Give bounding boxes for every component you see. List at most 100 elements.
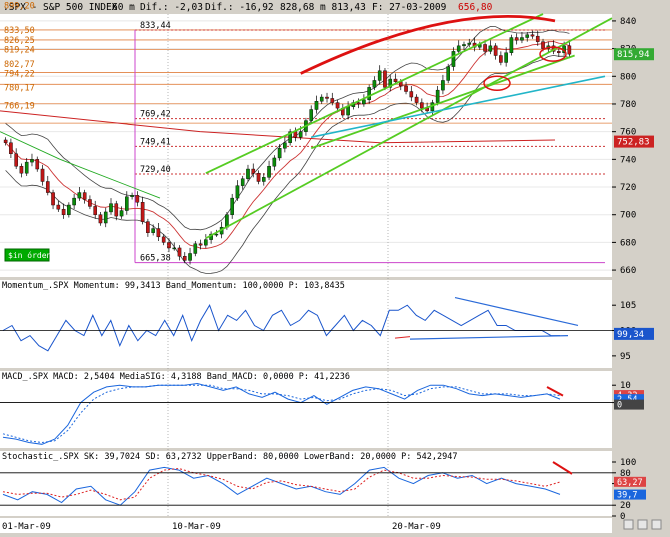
chart-canvas: .SPX - S&P 500 INDEX 60 m Dif.: -2,03 Di… [0, 0, 670, 533]
candle-body [420, 102, 424, 109]
price-level-label: 802,77 [4, 60, 35, 70]
candle-body [182, 256, 187, 261]
candle-body [541, 41, 545, 49]
price-level-label: 826,25 [4, 36, 35, 46]
candle-body [283, 142, 287, 149]
candle-body [509, 37, 514, 53]
price-y-tick-800: 800 [620, 72, 636, 82]
candle-body [520, 37, 524, 41]
candle-body [362, 99, 366, 105]
zoom-icon[interactable] [623, 519, 634, 530]
price-y-tick-780: 780 [620, 100, 636, 110]
candle-body [409, 91, 414, 98]
last-price-label: 815,94 [617, 50, 650, 60]
stoch-sk-label: 39,7 [617, 491, 637, 501]
candle-body [383, 70, 387, 88]
price-y-tick-700: 700 [620, 211, 636, 221]
fib-annotation: 749,41 [140, 137, 171, 147]
candle-body [161, 236, 166, 243]
candle-body [314, 101, 319, 110]
candle-body [483, 44, 487, 52]
price-level-label: 780,17 [4, 83, 35, 93]
candle-body [214, 233, 219, 236]
stochastic-label: Stochastic_.SPX SK: 39,7024 SD: 63,2732 … [2, 452, 457, 462]
price-level-label: 766,19 [4, 101, 35, 111]
candle-body [335, 102, 340, 109]
candle-body [451, 51, 456, 67]
candle-body [488, 45, 493, 52]
candle-body [346, 106, 350, 116]
panel-y-tick: 105 [620, 301, 636, 311]
stoch-sd-label: 63,27 [617, 478, 643, 488]
candle-body [135, 195, 140, 203]
candle-body [30, 159, 34, 163]
sin-ordenes-button[interactable]: $in órdenes [4, 248, 61, 262]
candle-body [82, 192, 87, 200]
price-level-label: 819,24 [4, 46, 35, 56]
candle-body [146, 221, 150, 233]
candle-body [130, 195, 134, 197]
candle-body [330, 98, 335, 103]
settings-icon[interactable] [651, 519, 662, 530]
candle-body [567, 45, 572, 55]
x-label-2: 10-Mar-09 [172, 522, 221, 532]
momentum-panel [0, 280, 612, 368]
candle-body [272, 157, 277, 167]
header-dif-pct: Dif.: -16,92 [205, 2, 274, 13]
candle-body [56, 204, 61, 210]
candle-body [414, 96, 419, 103]
candle-body [61, 208, 66, 215]
candle-body [9, 142, 13, 155]
candle-body [193, 243, 198, 254]
candle-body [441, 80, 445, 91]
candle-body [530, 34, 535, 37]
candle-body [256, 172, 261, 182]
macd-label: MACD_.SPX MACD: 2,5404 MediaSIG: 4,3188 … [2, 372, 350, 382]
candle-body [151, 228, 155, 233]
candle-body [24, 161, 29, 174]
candle-body [93, 206, 97, 215]
price-level-label: 899,20 [4, 1, 35, 11]
candle-body [246, 168, 250, 179]
candle-body [235, 185, 240, 199]
candle-body [499, 55, 503, 63]
header-dif: Dif.: -2,03 [140, 2, 203, 13]
candle-body [77, 192, 82, 199]
candle-body [198, 243, 203, 246]
panel-y-tick: 95 [620, 352, 631, 362]
fib-annotation: 729,40 [140, 165, 171, 175]
candle-body [435, 89, 440, 103]
candle-body [35, 159, 40, 170]
candle-body [125, 196, 129, 211]
candle-body [45, 181, 50, 193]
candle-body [493, 45, 498, 56]
candle-body [504, 52, 508, 63]
candle-body [109, 203, 113, 213]
candle-body [467, 42, 472, 45]
candle-body [172, 247, 177, 250]
candle-body [119, 210, 124, 217]
candle-body [261, 177, 266, 182]
candle-body [372, 80, 377, 88]
candle-body [514, 37, 519, 41]
candle-body [393, 78, 398, 83]
candle-body [298, 131, 303, 138]
momentum-label: Momentum_.SPX Momentum: 99,3413 Band_Mom… [2, 281, 345, 291]
candle-body [188, 253, 192, 261]
header-interval: 60 m [112, 2, 135, 13]
price-y-tick-660: 660 [620, 266, 636, 276]
price-y-tick-840: 840 [620, 17, 636, 27]
price-level-label: 794,22 [4, 70, 35, 80]
candle-body [103, 211, 108, 224]
candle-body [325, 96, 329, 99]
x-label-1: 01-Mar-09 [2, 522, 51, 532]
candle-body [230, 197, 234, 215]
x-axis-strip [0, 518, 612, 533]
pan-icon[interactable] [637, 519, 648, 530]
candle-body [462, 44, 466, 47]
fib-annotation: 769,42 [140, 110, 171, 120]
candle-body [204, 239, 208, 246]
x-label-3: 20-Mar-09 [392, 522, 441, 532]
header-date: F: 27-03-2009 [372, 2, 447, 13]
candle-body [240, 178, 245, 186]
